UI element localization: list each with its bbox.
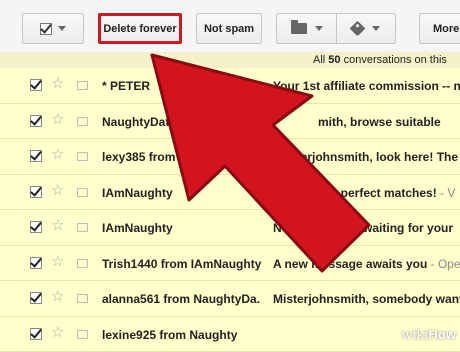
importance-icon[interactable] [77,188,88,197]
sender-name: * PETER [102,79,150,93]
chevron-down-icon [372,26,380,31]
not-spam-label: Not spam [204,23,254,35]
watermark-logo: wikiHow [401,327,456,343]
list-item[interactable]: ☆ NaughtyDate mith, browse suitable [0,104,460,140]
star-icon[interactable]: ☆ [51,217,64,235]
labels-button[interactable] [336,13,396,44]
sender-name: IAmNaughty [102,221,173,235]
subject: A new message awaits you - Ope [273,257,460,271]
importance-icon[interactable] [77,152,88,161]
list-item[interactable]: ☆ lexy385 from Naught sterjohnsmith, loo… [0,139,460,175]
star-icon[interactable]: ☆ [51,75,64,93]
sender-name: IAmNaughty [102,186,173,200]
delete-forever-label: Delete forever [103,23,176,35]
star-icon[interactable]: ☆ [51,111,64,129]
row-checkbox[interactable] [30,292,42,304]
star-icon[interactable]: ☆ [51,288,64,306]
importance-icon[interactable] [77,330,88,339]
delete-forever-button[interactable]: Delete forever [98,13,182,44]
more-button[interactable]: More [419,13,460,44]
sender-name: lexy385 from Naught [102,150,220,164]
conversation-count: 50 [328,54,340,66]
importance-icon[interactable] [77,294,88,303]
subject: Misterjohnsmith, somebody want [273,292,460,306]
move-to-button[interactable] [276,13,336,44]
importance-icon[interactable] [77,81,88,90]
star-icon[interactable]: ☆ [51,253,64,271]
row-checkbox[interactable] [30,257,42,269]
selection-banner: All 50 conversations on this [0,52,460,68]
importance-icon[interactable] [77,223,88,232]
row-checkbox[interactable] [30,221,42,233]
select-all-checkbox[interactable] [40,23,52,35]
chevron-down-icon [58,26,66,31]
subject: New m s are waiting for your [273,221,453,235]
select-all-button[interactable] [22,13,84,44]
star-icon[interactable]: ☆ [51,146,64,164]
subject: sterjohnsmith, look here! The [290,150,458,164]
list-item[interactable]: ☆ Trish1440 from IAmNaughty A new messag… [0,246,460,282]
selection-banner-text: All 50 conversations on this [313,54,447,66]
row-checkbox[interactable] [30,115,42,127]
folder-icon [291,23,307,34]
snippet: - Ope [427,257,460,271]
sender-name: alanna561 from NaughtyDa. [102,292,260,306]
list-item[interactable]: ☆ IAmNaughty New m s are waiting for you… [0,210,460,246]
list-item[interactable]: ☆ alanna561 from NaughtyDa. Misterjohnsm… [0,281,460,317]
row-checkbox[interactable] [30,186,42,198]
subject: mith, browse suitable [318,115,441,129]
row-checkbox[interactable] [30,79,42,91]
importance-icon[interactable] [77,117,88,126]
star-icon[interactable]: ☆ [51,182,64,200]
sender-name: NaughtyDate [102,115,176,129]
row-checkbox[interactable] [30,328,42,340]
conversation-list: ☆ * PETER Your 1st affiliate commission … [0,68,460,352]
toolbar: Delete forever Not spam More [0,0,460,53]
sender-name: lexine925 from Naughty [102,328,237,342]
subject: our perfect matches! - V [318,186,455,200]
row-checkbox[interactable] [30,150,42,162]
snippet: - V [437,186,456,200]
label-icon [350,21,366,37]
list-item[interactable]: ☆ lexine925 from Naughty [0,317,460,352]
not-spam-button[interactable]: Not spam [196,13,262,44]
more-label: More [433,23,459,35]
list-item[interactable]: ☆ * PETER Your 1st affiliate commission … [0,68,460,104]
star-icon[interactable]: ☆ [51,324,64,342]
chevron-down-icon [315,26,323,31]
subject: Your 1st affiliate commission -- n [273,79,460,93]
sender-name: Trish1440 from IAmNaughty [102,257,261,271]
list-item[interactable]: ☆ IAmNaughty our perfect matches! - V [0,175,460,211]
importance-icon[interactable] [77,259,88,268]
